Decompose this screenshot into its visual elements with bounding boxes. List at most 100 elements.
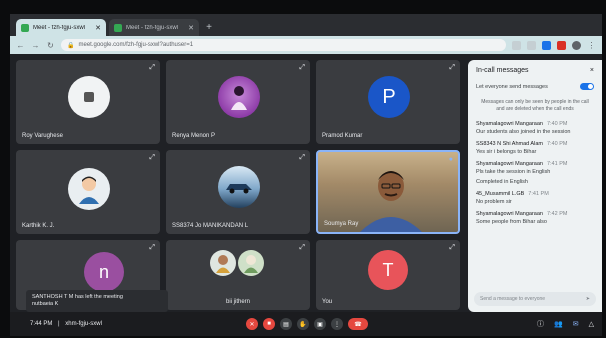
- car-icon: [226, 184, 252, 194]
- extension-icon[interactable]: [542, 40, 551, 50]
- message-text: Pls take the session in English: [476, 169, 551, 175]
- message-permission-row: Let everyone send messages: [468, 78, 602, 95]
- extension-icon[interactable]: [527, 40, 536, 50]
- avatar: n: [84, 252, 124, 292]
- tab-title: Meet - fzh-fgju-sxwl: [33, 24, 86, 31]
- call-controls: ✕ ■ ▤ ✋ ▣ ⋮ ☎: [246, 318, 368, 330]
- meeting-control-bar: 7:44 PM | xhm-fgju-sxwl ✕ ■ ▤ ✋ ▣ ⋮ ☎ ⓘ …: [10, 312, 602, 336]
- participant-tile[interactable]: ⤢ SS8374 Jo MANIKANDAN L: [166, 150, 310, 234]
- reload-icon[interactable]: ↻: [46, 41, 55, 50]
- avatar: [68, 76, 110, 118]
- pin-icon[interactable]: ⤢: [299, 154, 305, 162]
- end-call-button[interactable]: ☎: [348, 318, 368, 330]
- message-time: 7:40 PM: [546, 141, 568, 147]
- back-icon[interactable]: ←: [16, 41, 25, 50]
- pin-icon[interactable]: ⤢: [149, 154, 155, 162]
- url-field[interactable]: 🔒 meet.google.com/fzh-fgju-sxwl?authuser…: [61, 39, 506, 51]
- speaking-indicator-icon: ●: [448, 156, 453, 163]
- avatar: [218, 166, 260, 208]
- activities-icon[interactable]: △: [589, 320, 594, 328]
- panel-title: In-call messages: [476, 67, 529, 74]
- participant-video-tile[interactable]: ● Soumya Ray: [316, 150, 460, 234]
- close-tab-icon[interactable]: ✕: [188, 24, 194, 32]
- pin-icon[interactable]: ⤢: [449, 244, 455, 252]
- side-panel-toggles: ⓘ 👥 ✉ △: [537, 319, 594, 329]
- pin-icon[interactable]: ⤢: [449, 64, 455, 72]
- avatar: [238, 250, 264, 276]
- pin-icon[interactable]: ⤢: [299, 64, 305, 72]
- participant-name: You: [322, 299, 333, 305]
- participant-name: Renya Menon P: [172, 133, 216, 139]
- sender-name: Shyamalagowri Mangaraan: [476, 121, 543, 127]
- present-screen-icon[interactable]: ▣: [314, 318, 326, 330]
- pin-icon[interactable]: ⤢: [149, 244, 155, 252]
- close-tab-icon[interactable]: ✕: [95, 24, 101, 32]
- in-call-messages-panel: In-call messages × Let everyone send mes…: [468, 60, 602, 312]
- raise-hand-icon[interactable]: ✋: [297, 318, 309, 330]
- tab-meet-active[interactable]: Meet - fzh-fgju-sxwl ✕: [16, 19, 106, 36]
- current-time: 7:44 PM: [30, 321, 53, 327]
- address-bar: ← → ↻ 🔒 meet.google.com/fzh-fgju-sxwl?au…: [10, 36, 602, 54]
- participant-tile[interactable]: ⤢ Renya Menon P: [166, 60, 310, 144]
- pin-icon[interactable]: ⤢: [299, 244, 305, 252]
- bookmark-icon[interactable]: [512, 40, 521, 50]
- message-time: 7:41 PM: [528, 191, 549, 197]
- participant-tile[interactable]: ⤢ Karthik K. J.: [16, 150, 160, 234]
- message-text: No problem sir: [476, 199, 512, 205]
- close-icon[interactable]: ×: [590, 67, 594, 74]
- lock-icon: 🔒: [67, 42, 75, 49]
- avatar: [210, 250, 236, 276]
- browser-window: Meet - fzh-fgju-sxwl ✕ Meet - fzh-fgju-s…: [10, 14, 602, 336]
- more-options-icon[interactable]: ⋮: [331, 318, 343, 330]
- sender-name: Shyamalagowri Mangaraan: [476, 161, 543, 167]
- chat-message: Shyamalagowri Mangaraan 7:42 PM Some peop…: [468, 208, 602, 228]
- send-icon[interactable]: ➤: [586, 296, 590, 302]
- tab-meet-inactive[interactable]: Meet - fzh-fgju-sxwl ✕: [109, 19, 199, 36]
- microphone-off-icon[interactable]: ✕: [246, 318, 258, 330]
- participant-name: bii jithern: [226, 299, 251, 305]
- message-text: Completed in English: [476, 179, 528, 185]
- participant-tile[interactable]: ⤢ bii jithern: [166, 240, 310, 310]
- message-text: Some people from Bihar also: [476, 219, 547, 225]
- tab-title: Meet - fzh-fgju-sxwl: [126, 24, 179, 31]
- meet-icon: [114, 23, 122, 32]
- avatar: [68, 168, 110, 210]
- participant-name: Roy Varughese: [22, 133, 63, 139]
- forward-icon[interactable]: →: [31, 41, 40, 50]
- pin-icon[interactable]: ⤢: [149, 64, 155, 72]
- more-menu-icon[interactable]: ⋮: [587, 41, 596, 50]
- allow-messages-toggle[interactable]: [580, 83, 594, 90]
- new-tab-button[interactable]: +: [202, 19, 216, 36]
- info-icon[interactable]: ⓘ: [537, 319, 544, 329]
- person-photo-icon: [216, 255, 230, 273]
- sender-name: 45_Musammil L.GB: [476, 191, 525, 197]
- participant-tile[interactable]: ⤢ Roy Varughese: [16, 60, 160, 144]
- message-input[interactable]: Send a message to everyone ➤: [474, 292, 596, 306]
- participant-tile[interactable]: P ⤢ Pramod Kumar: [316, 60, 460, 144]
- participant-name: SS8374 Jo MANIKANDAN L: [172, 223, 249, 229]
- camera-off-icon[interactable]: ■: [263, 318, 275, 330]
- participant-tile[interactable]: T ⤢ You: [316, 240, 460, 310]
- meeting-info: 7:44 PM | xhm-fgju-sxwl: [30, 321, 102, 327]
- sender-name: Shyamalagowri Mangaraan: [476, 211, 543, 217]
- chat-icon[interactable]: ✉: [573, 320, 579, 328]
- people-icon[interactable]: 👥: [554, 320, 563, 328]
- message-time: 7:40 PM: [546, 121, 568, 127]
- extension-icon[interactable]: [557, 40, 566, 50]
- message-text: Yes sir i belongs to Bihar: [476, 149, 537, 155]
- toggle-label: Let everyone send messages: [476, 83, 548, 90]
- separator: |: [58, 321, 60, 327]
- profile-avatar[interactable]: [572, 40, 581, 50]
- chat-message: Shyamalagowri Mangaraan 7:40 PM Our stude…: [468, 118, 602, 138]
- toast-secondary: nutbaeia K: [32, 301, 59, 307]
- chat-message: SS8343 N Shi Ahmad Alam 7:40 PM Yes sir i…: [468, 138, 602, 158]
- message-placeholder: Send a message to everyone: [480, 296, 546, 302]
- captions-icon[interactable]: ▤: [280, 318, 292, 330]
- chat-message: Shyamalagowri Mangaraan 7:41 PM Pls take …: [468, 158, 602, 188]
- participant-name: Pramod Kumar: [322, 133, 363, 139]
- privacy-note: Messages can only be seen by people in t…: [481, 99, 589, 112]
- toast-message: SANTHOSH T M has left the meeting: [32, 294, 123, 300]
- person-photo-icon: [244, 255, 258, 273]
- tab-strip: Meet - fzh-fgju-sxwl ✕ Meet - fzh-fgju-s…: [10, 14, 602, 36]
- meet-icon: [21, 23, 29, 32]
